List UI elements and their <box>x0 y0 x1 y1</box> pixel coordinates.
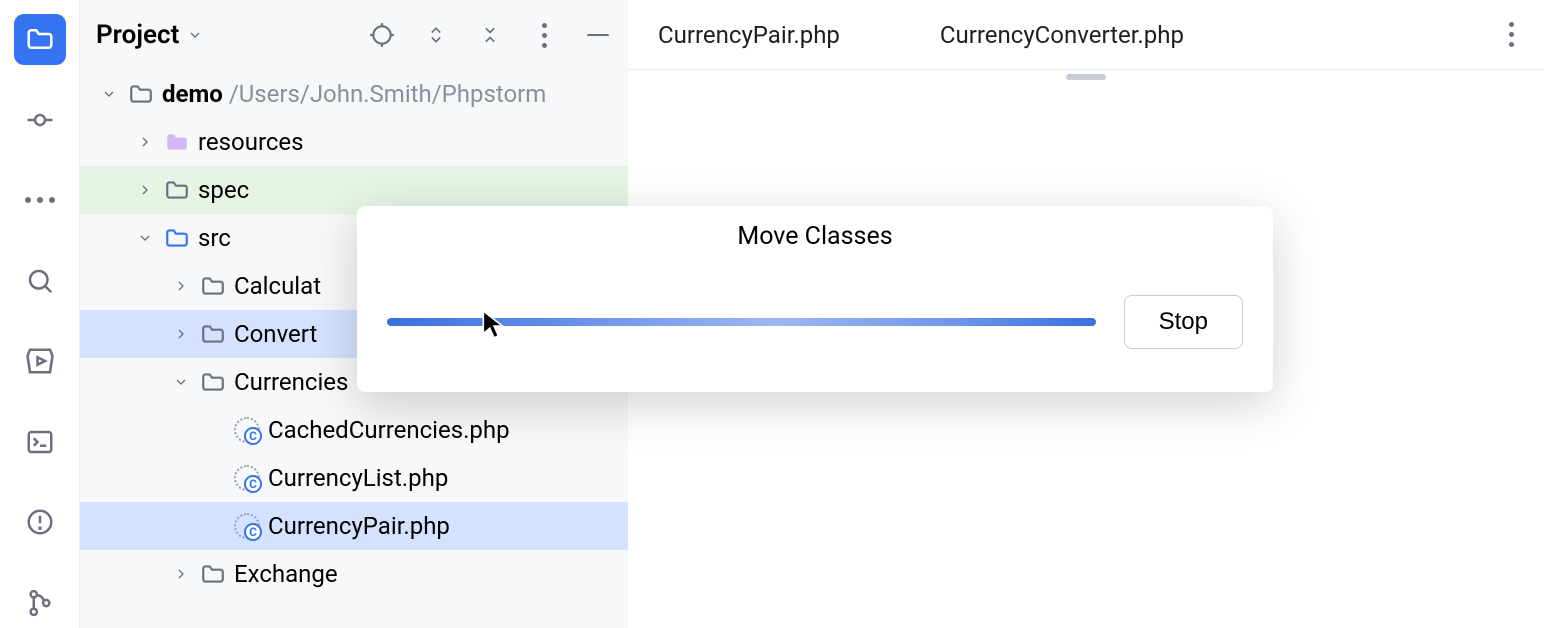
folder-icon <box>164 129 190 155</box>
more-tool-button[interactable] <box>14 175 66 226</box>
project-tool-button[interactable] <box>14 14 66 65</box>
folder-icon <box>164 177 190 203</box>
tree-item-label: CachedCurrencies.php <box>268 416 510 444</box>
commit-tool-button[interactable] <box>14 95 66 146</box>
tree-item-label: resources <box>198 128 304 156</box>
chevron-right-icon <box>170 566 192 582</box>
folder-icon <box>128 81 154 107</box>
vcs-tool-button[interactable] <box>14 578 66 628</box>
dialog-title: Move Classes <box>387 222 1243 251</box>
hide-panel-icon[interactable] <box>584 21 612 49</box>
tree-item-resources[interactable]: resources <box>80 118 628 166</box>
tree-root-path: /Users/John.Smith/Phpstorm <box>229 80 547 108</box>
search-tool-button[interactable] <box>14 256 66 307</box>
php-class-icon: C <box>234 417 260 443</box>
editor-tabs-options-icon[interactable] <box>1509 22 1514 47</box>
expand-collapse-icon[interactable] <box>422 21 450 49</box>
chevron-down-icon <box>134 230 156 246</box>
chevron-right-icon <box>134 134 156 150</box>
tree-item-label: Calculat <box>234 272 321 300</box>
tree-item-label: CurrencyList.php <box>268 464 448 492</box>
tree-file-currencylist[interactable]: C CurrencyList.php <box>80 454 628 502</box>
problems-tool-button[interactable] <box>14 497 66 548</box>
panel-options-icon[interactable] <box>530 21 558 49</box>
run-tool-button[interactable] <box>14 336 66 387</box>
folder-icon <box>164 225 190 251</box>
locate-icon[interactable] <box>368 21 396 49</box>
tree-item-label: Exchange <box>234 560 338 588</box>
chevron-down-icon <box>170 374 192 390</box>
folder-icon <box>200 561 226 587</box>
stop-button[interactable]: Stop <box>1124 295 1243 349</box>
folder-icon <box>200 369 226 395</box>
move-classes-dialog: Move Classes Stop <box>357 206 1273 392</box>
editor-tabs: CurrencyPair.php CurrencyConverter.php <box>628 0 1544 70</box>
editor-tab[interactable]: CurrencyPair.php <box>658 21 840 49</box>
chevron-down-icon <box>187 20 203 50</box>
chevron-right-icon <box>170 326 192 342</box>
tree-file-cachedcurrencies[interactable]: C CachedCurrencies.php <box>80 406 628 454</box>
terminal-tool-button[interactable] <box>14 417 66 468</box>
project-panel-title[interactable]: Project <box>96 20 203 50</box>
project-panel-header: Project <box>80 0 628 70</box>
chevron-right-icon <box>134 182 156 198</box>
tree-item-label: spec <box>198 176 249 204</box>
split-drag-handle-icon[interactable] <box>1066 74 1106 80</box>
folder-icon <box>200 273 226 299</box>
project-panel-actions <box>368 21 612 49</box>
folder-icon <box>200 321 226 347</box>
php-class-icon: C <box>234 465 260 491</box>
tree-root-name: demo <box>162 80 223 108</box>
tree-item-exchange[interactable]: Exchange <box>80 550 628 598</box>
left-toolstrip <box>0 0 80 628</box>
collapse-all-icon[interactable] <box>476 21 504 49</box>
tree-item-label: CurrencyPair.php <box>268 512 450 540</box>
chevron-right-icon <box>170 278 192 294</box>
tree-root[interactable]: demo/Users/John.Smith/Phpstorm <box>80 70 628 118</box>
ellipsis-icon <box>25 197 55 203</box>
progress-bar <box>387 318 1096 326</box>
tree-item-label: Convert <box>234 320 317 348</box>
tree-item-label: Currencies <box>234 368 348 396</box>
tree-file-currencypair[interactable]: C CurrencyPair.php <box>80 502 628 550</box>
chevron-down-icon <box>98 86 120 102</box>
project-title-label: Project <box>96 20 179 50</box>
tree-item-label: src <box>198 224 231 252</box>
php-class-icon: C <box>234 513 260 539</box>
editor-tab[interactable]: CurrencyConverter.php <box>940 21 1184 49</box>
